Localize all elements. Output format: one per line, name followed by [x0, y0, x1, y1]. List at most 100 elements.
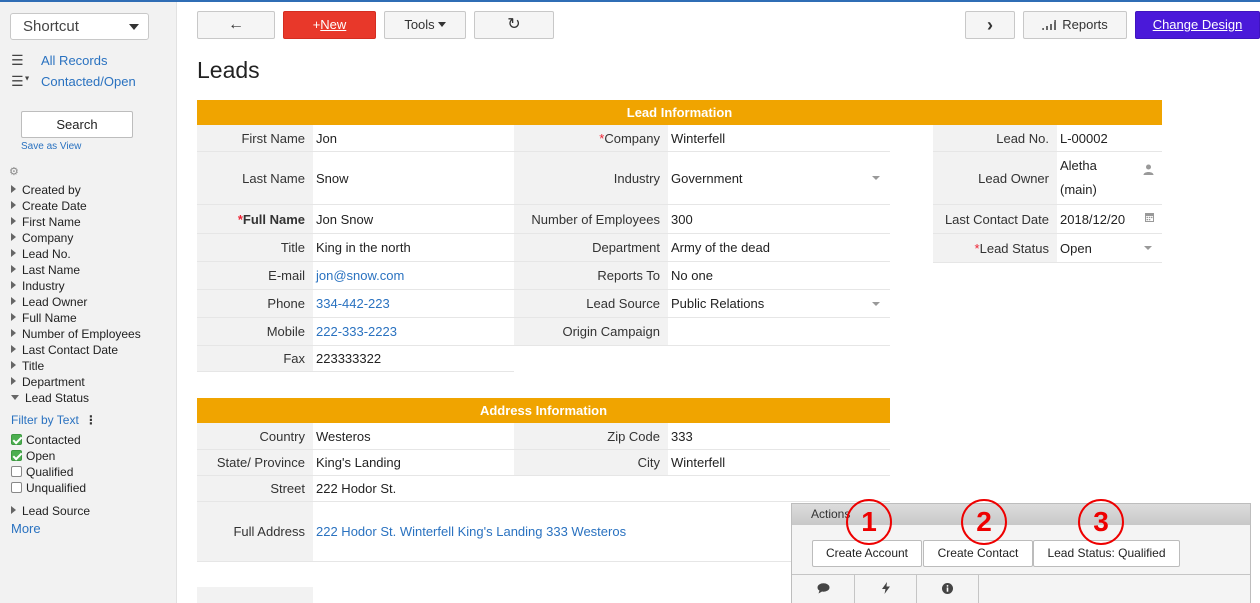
- tools-label: Tools: [404, 17, 435, 32]
- country-field[interactable]: Westeros: [313, 423, 514, 450]
- filter-create-date[interactable]: Create Date: [11, 198, 176, 214]
- checkbox-unchecked[interactable]: [11, 466, 22, 477]
- bar-chart-icon: [1042, 20, 1057, 30]
- phone-label: Phone: [197, 290, 313, 318]
- new-button[interactable]: +New: [283, 11, 376, 39]
- filter-by-text-link[interactable]: Filter by Text ⋮: [11, 413, 97, 427]
- title-label: Title: [197, 234, 313, 262]
- full-name-field[interactable]: Jon Snow: [313, 205, 514, 234]
- industry-select[interactable]: Government: [668, 152, 890, 205]
- info-icon[interactable]: [917, 575, 979, 603]
- filter-number-of-employees[interactable]: Number of Employees: [11, 326, 176, 342]
- last-contact-date-field[interactable]: 2018/12/20: [1057, 205, 1162, 234]
- filter-last-contact-date[interactable]: Last Contact Date: [11, 342, 176, 358]
- full-address-label: Full Address: [197, 502, 313, 562]
- more-vertical-icon[interactable]: ⋮: [85, 413, 97, 427]
- street-field[interactable]: 222 Hodor St.: [313, 476, 890, 502]
- filter-lead-no[interactable]: Lead No.: [11, 246, 176, 262]
- lead-no-field: L-00002: [1057, 125, 1162, 152]
- chevron-right-icon: [11, 217, 16, 225]
- comment-icon[interactable]: [792, 575, 855, 603]
- reports-button[interactable]: Reports: [1023, 11, 1127, 39]
- chevron-right-icon: [11, 345, 16, 353]
- reports-to-label: Reports To: [514, 262, 668, 290]
- chevron-right-icon: [11, 377, 16, 385]
- status-checkbox-unqualified[interactable]: Unqualified: [11, 481, 86, 497]
- status-checkbox-open[interactable]: Open: [11, 449, 55, 465]
- chevron-right-icon: [11, 297, 16, 305]
- view-label: All Records: [41, 53, 108, 68]
- first-name-field[interactable]: Jon: [313, 125, 514, 152]
- reports-label: Reports: [1062, 17, 1108, 32]
- chevron-right-icon: [11, 506, 16, 514]
- status-checkbox-qualified[interactable]: Qualified: [11, 465, 73, 481]
- origin-campaign-field[interactable]: [668, 318, 890, 346]
- chevron-right-icon: [11, 281, 16, 289]
- phone-link[interactable]: 334-442-223: [313, 290, 514, 318]
- mobile-link[interactable]: 222-333-2223: [313, 318, 514, 346]
- filter-department[interactable]: Department: [11, 374, 176, 390]
- lead-status-label: * Lead Status: [933, 234, 1057, 263]
- calendar-icon[interactable]: [1145, 212, 1154, 225]
- title-field[interactable]: King in the north: [313, 234, 514, 262]
- chevron-down-icon: [11, 395, 19, 400]
- company-field[interactable]: Winterfell: [668, 125, 890, 152]
- shortcut-label: Shortcut: [23, 18, 79, 35]
- country-label: Country: [197, 423, 313, 450]
- lead-owner-field[interactable]: Aletha (main): [1057, 152, 1162, 205]
- zip-code-label: Zip Code: [514, 423, 668, 450]
- checkbox-checked[interactable]: [11, 450, 22, 461]
- city-field[interactable]: Winterfell: [668, 450, 890, 476]
- user-icon[interactable]: [1143, 160, 1154, 184]
- employees-field[interactable]: 300: [668, 205, 890, 234]
- filter-lead-owner[interactable]: Lead Owner: [11, 294, 176, 310]
- filter-lead-status[interactable]: Lead Status: [11, 390, 176, 406]
- shortcut-dropdown[interactable]: Shortcut: [10, 13, 149, 40]
- change-design-button[interactable]: Change Design: [1135, 11, 1260, 39]
- more-link[interactable]: More: [11, 521, 41, 536]
- filter-first-name[interactable]: First Name: [11, 214, 176, 230]
- new-label: New: [320, 17, 347, 32]
- filter-full-name[interactable]: Full Name: [11, 310, 176, 326]
- company-label: * Company: [514, 125, 668, 152]
- chevron-right-icon: [11, 201, 16, 209]
- save-as-view-link[interactable]: Save as View: [21, 141, 81, 152]
- chevron-right-icon: [11, 249, 16, 257]
- last-contact-date-label: Last Contact Date: [933, 205, 1057, 234]
- checkbox-checked[interactable]: [11, 434, 22, 445]
- next-button[interactable]: ›: [965, 11, 1015, 39]
- filter-created-by[interactable]: Created by: [11, 182, 176, 198]
- chevron-right-icon: [11, 233, 16, 241]
- email-link[interactable]: jon@snow.com: [313, 262, 514, 290]
- back-button[interactable]: ←: [197, 11, 275, 39]
- checkbox-unchecked[interactable]: [11, 482, 22, 493]
- filter-company[interactable]: Company: [11, 230, 176, 246]
- fax-field[interactable]: 223333322: [313, 346, 514, 372]
- search-button[interactable]: Search: [21, 111, 133, 138]
- lead-owner-name: Aletha: [1060, 158, 1097, 173]
- lightning-icon[interactable]: [855, 575, 917, 603]
- tools-button[interactable]: Tools: [384, 11, 466, 39]
- mobile-label: Mobile: [197, 318, 313, 346]
- view-all-records[interactable]: ☰ All Records: [11, 52, 107, 70]
- filter-industry[interactable]: Industry: [11, 278, 176, 294]
- filter-last-name[interactable]: Last Name: [11, 262, 176, 278]
- zip-code-field[interactable]: 333: [668, 423, 890, 450]
- status-checkbox-contacted[interactable]: Contacted: [11, 433, 81, 449]
- reports-to-field[interactable]: No one: [668, 262, 890, 290]
- department-field[interactable]: Army of the dead: [668, 234, 890, 262]
- last-name-field[interactable]: Snow: [313, 152, 514, 205]
- chevron-right-icon: ›: [987, 15, 993, 35]
- filter-lead-source[interactable]: Lead Source: [11, 504, 90, 518]
- lead-status-select[interactable]: Open: [1057, 234, 1162, 263]
- filter-list: Created by Create Date First Name Compan…: [11, 182, 176, 406]
- filter-title[interactable]: Title: [11, 358, 176, 374]
- refresh-button[interactable]: ↻: [474, 11, 554, 39]
- lead-source-label: Lead Source: [514, 290, 668, 318]
- state-label: State/ Province: [197, 450, 313, 476]
- email-label: E-mail: [197, 262, 313, 290]
- view-contacted-open[interactable]: ☰▼ Contacted/Open: [11, 73, 136, 91]
- lead-source-select[interactable]: Public Relations: [668, 290, 890, 318]
- gear-icon[interactable]: ⚙: [9, 165, 19, 178]
- state-field[interactable]: King's Landing: [313, 450, 514, 476]
